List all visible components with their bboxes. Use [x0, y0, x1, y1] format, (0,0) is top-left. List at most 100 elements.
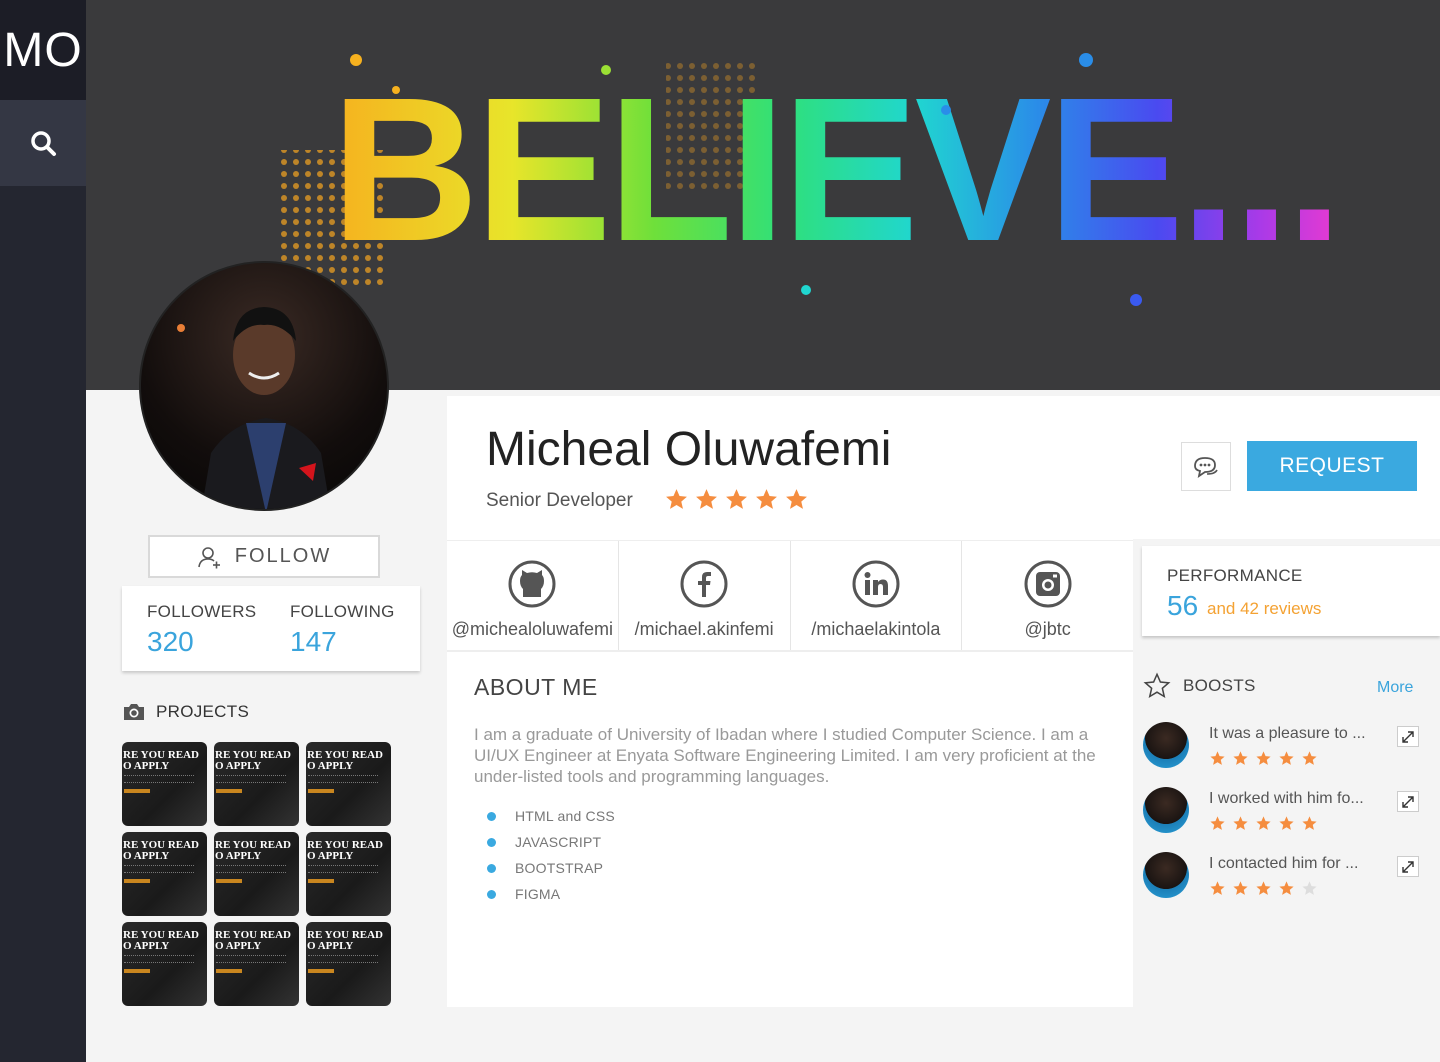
star-filled-icon	[1210, 816, 1225, 830]
project-thumbnail[interactable]: RE YOU READ O APPLY	[122, 742, 207, 826]
project-thumbnail-button	[216, 879, 242, 883]
expand-icon	[1402, 860, 1414, 873]
project-thumbnail[interactable]: RE YOU READ O APPLY	[122, 832, 207, 916]
follow-stats-card: FOLLOWERS 320 FOLLOWING 147	[122, 586, 420, 671]
project-thumbnail-title: RE YOU READ O APPLY	[123, 929, 199, 952]
profile-role: Senior Developer	[486, 490, 633, 511]
skills-list: HTML and CSS JAVASCRIPT BOOTSTRAP FIGMA	[487, 803, 615, 907]
project-thumbnail[interactable]: RE YOU READ O APPLY	[306, 922, 391, 1006]
boost-rating	[1209, 750, 1318, 767]
project-thumbnail-title: RE YOU READ O APPLY	[307, 839, 383, 862]
instagram-icon	[1024, 560, 1072, 608]
boost-avatar	[1143, 787, 1189, 833]
social-links: @michealoluwafemi /michael.akinfemi /mic…	[447, 540, 1133, 652]
project-thumbnail-body	[124, 955, 194, 963]
project-thumbnail-button	[124, 969, 150, 973]
project-thumbnail-title: RE YOU READ O APPLY	[215, 929, 291, 952]
star-filled-icon	[1233, 751, 1248, 765]
star-filled-icon	[1210, 751, 1225, 765]
boosts-more-link[interactable]: More	[1377, 679, 1413, 697]
boost-item[interactable]: I worked with him fo...	[1143, 787, 1423, 837]
project-thumbnail-title: RE YOU READ O APPLY	[123, 839, 199, 862]
projects-grid: RE YOU READ O APPLY RE YOU READ O APPLY RE Y…	[122, 742, 392, 1006]
search-icon	[31, 131, 56, 156]
social-github[interactable]: @michealoluwafemi	[447, 541, 619, 650]
project-thumbnail-title: RE YOU READ O APPLY	[215, 749, 291, 772]
project-thumbnail[interactable]: RE YOU READ O APPLY	[214, 742, 299, 826]
facebook-icon	[680, 560, 728, 608]
project-thumbnail[interactable]: RE YOU READ O APPLY	[306, 832, 391, 916]
following-count: 147	[290, 626, 337, 657]
bullet-icon	[487, 837, 496, 847]
profile-rating	[664, 487, 809, 512]
social-linkedin[interactable]: /michaelakintola	[791, 541, 963, 650]
github-icon	[508, 560, 556, 608]
star-filled-icon	[1279, 751, 1294, 765]
skill-item: BOOTSTRAP	[487, 855, 615, 881]
social-facebook[interactable]: /michael.akinfemi	[619, 541, 791, 650]
boost-text: I contacted him for ...	[1209, 855, 1359, 872]
project-thumbnail-body	[308, 775, 378, 783]
about-text: I am a graduate of University of Ibadan …	[474, 725, 1096, 786]
following-stat[interactable]: FOLLOWING 147	[290, 602, 395, 658]
followers-label: FOLLOWERS	[147, 602, 257, 621]
about-title: ABOUT ME	[474, 674, 598, 700]
star-filled-icon	[1233, 816, 1248, 830]
boost-text: It was a pleasure to ...	[1209, 725, 1366, 742]
project-thumbnail-title: RE YOU READ O APPLY	[307, 929, 383, 952]
expand-button[interactable]	[1397, 726, 1419, 747]
profile-name: Micheal Oluwafemi	[486, 423, 892, 476]
boost-text: I worked with him fo...	[1209, 790, 1364, 807]
svg-text:BELIEVE...: BELIEVE...	[331, 55, 1339, 284]
bullet-icon	[487, 811, 496, 821]
expand-icon	[1402, 795, 1414, 808]
project-thumbnail-button	[124, 879, 150, 883]
followers-count: 320	[147, 626, 194, 657]
performance-score: 56	[1167, 590, 1199, 621]
project-thumbnail-button	[216, 969, 242, 973]
star-filled-icon	[1256, 751, 1271, 765]
star-filled-icon	[1256, 816, 1271, 830]
performance-label: PERFORMANCE	[1167, 566, 1303, 585]
boost-item[interactable]: It was a pleasure to ...	[1143, 722, 1423, 772]
star-filled-icon	[1302, 751, 1317, 765]
project-thumbnail[interactable]: RE YOU READ O APPLY	[306, 742, 391, 826]
followers-stat[interactable]: FOLLOWERS 320	[147, 602, 256, 658]
sidebar-search-button[interactable]	[0, 100, 86, 186]
profile-avatar[interactable]	[139, 261, 389, 511]
camera-icon	[124, 704, 144, 720]
star-filled-icon	[1279, 816, 1294, 830]
star-empty-icon	[1302, 881, 1317, 895]
skill-label: BOOTSTRAP	[515, 860, 604, 876]
chat-button[interactable]	[1181, 442, 1231, 491]
request-button[interactable]: REQUEST	[1247, 441, 1417, 491]
star-outline-icon	[1143, 672, 1171, 699]
project-thumbnail[interactable]: RE YOU READ O APPLY	[214, 832, 299, 916]
performance-reviews-link[interactable]: and 42 reviews	[1207, 599, 1321, 619]
projects-title: PROJECTS	[156, 702, 250, 721]
project-thumbnail-title: RE YOU READ O APPLY	[123, 749, 199, 772]
performance-card: PERFORMANCE 56 and 42 reviews	[1142, 546, 1440, 636]
project-thumbnail-button	[308, 789, 334, 793]
linkedin-handle: /michaelakintola	[811, 619, 941, 639]
social-instagram[interactable]: @jbtc	[962, 541, 1133, 650]
skill-item: HTML and CSS	[487, 803, 615, 829]
boost-rating	[1209, 880, 1318, 897]
linkedin-icon	[852, 560, 900, 608]
skill-item: JAVASCRIPT	[487, 829, 615, 855]
app-logo[interactable]: MO	[0, 0, 86, 100]
follow-button[interactable]: FOLLOW	[148, 535, 380, 578]
expand-button[interactable]	[1397, 856, 1419, 877]
boost-item[interactable]: I contacted him for ...	[1143, 852, 1423, 902]
add-user-icon	[197, 546, 220, 568]
project-thumbnail[interactable]: RE YOU READ O APPLY	[214, 922, 299, 1006]
project-thumbnail-body	[216, 775, 286, 783]
skill-label: JAVASCRIPT	[515, 834, 602, 850]
boosts-header: BOOSTS	[1143, 672, 1256, 700]
expand-button[interactable]	[1397, 791, 1419, 812]
project-thumbnail-title: RE YOU READ O APPLY	[215, 839, 291, 862]
project-thumbnail-body	[216, 865, 286, 873]
sidebar: MO	[0, 0, 86, 1062]
project-thumbnail[interactable]: RE YOU READ O APPLY	[122, 922, 207, 1006]
boost-avatar	[1143, 722, 1189, 768]
